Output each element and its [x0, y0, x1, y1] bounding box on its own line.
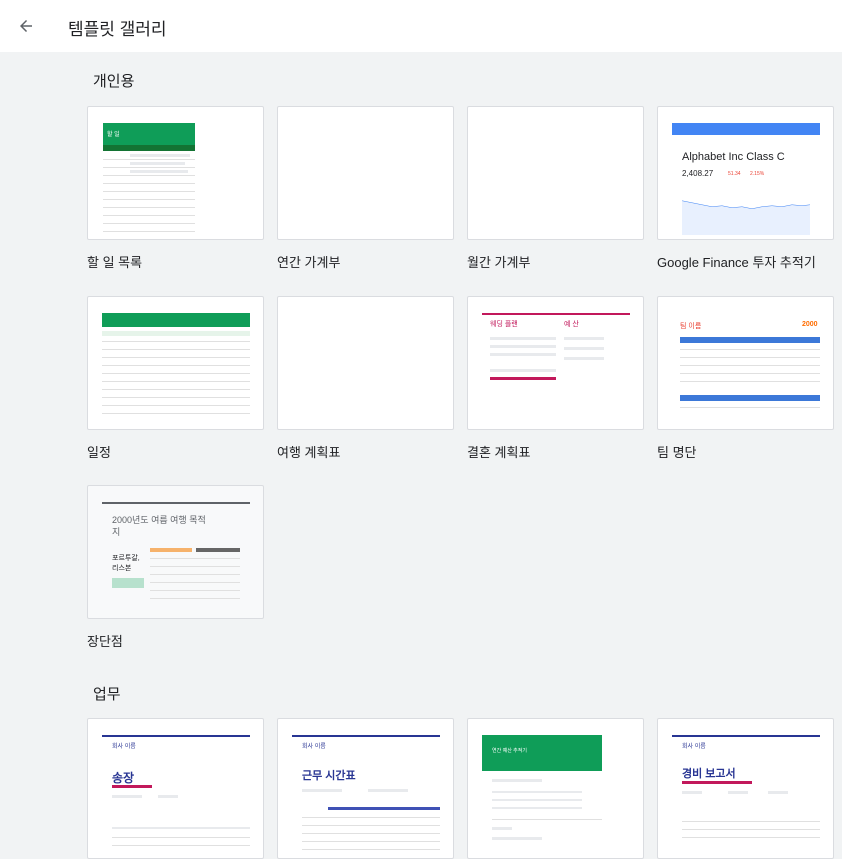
template-thumbnail-wedding[interactable]: 웨딩 플랜 예 산	[467, 296, 644, 430]
thumb-title: 송장	[112, 771, 135, 785]
thumb-title: 할 일	[107, 132, 120, 138]
template-thumbnail-travel[interactable]	[277, 296, 454, 430]
template-card-monthly-budget[interactable]: 월간 가계부	[467, 106, 644, 271]
thumb-change: 51.34	[728, 171, 741, 177]
template-card-pros-cons[interactable]: 2000년도 여름 여행 목적지 포르투갈, 리스본 장단점	[87, 485, 264, 650]
template-thumbnail-timesheet[interactable]: 회사 이름 근무 시간표	[277, 718, 454, 859]
template-label-team: 팀 명단	[657, 445, 697, 460]
section-title-personal: 개인용	[93, 73, 135, 90]
thumb-year: 2000	[802, 321, 818, 328]
back-button[interactable]	[12, 12, 40, 40]
section-title-work: 업무	[93, 686, 121, 703]
template-label-pros-cons: 장단점	[87, 634, 123, 649]
thumb-header-bar	[672, 123, 820, 135]
page-title: 템플릿 갤러리	[68, 20, 167, 39]
thumb-company: 회사 이름	[682, 744, 706, 750]
template-label-todo: 할 일 목록	[87, 255, 143, 270]
thumb-title: 경비 보고서	[682, 768, 736, 780]
thumb-company: 회사 이름	[112, 744, 136, 750]
template-thumbnail-team[interactable]: 팀 이름 2000	[657, 296, 834, 430]
template-thumbnail-todo[interactable]: 할 일	[87, 106, 264, 240]
template-thumbnail-project-tracker[interactable]: 연간 예산 추적기	[467, 718, 644, 859]
thumb-line-chart	[682, 200, 810, 235]
template-label-schedule: 일정	[87, 445, 111, 460]
template-thumbnail-monthly-budget[interactable]	[467, 106, 644, 240]
template-thumbnail-expense[interactable]: 회사 이름 경비 보고서	[657, 718, 834, 859]
thumb-title: 팀 이름	[680, 323, 702, 330]
template-label-wedding: 결혼 계획표	[467, 445, 531, 460]
thumb-title: 연간 예산 추적기	[492, 748, 527, 754]
thumb-header-bar	[102, 313, 250, 327]
template-card-annual-budget[interactable]: 연간 가계부	[277, 106, 454, 271]
template-card-schedule[interactable]: 일정	[87, 296, 264, 461]
template-thumbnail-schedule[interactable]	[87, 296, 264, 430]
template-thumbnail-annual-budget[interactable]	[277, 106, 454, 240]
thumb-title: Alphabet Inc Class C	[682, 151, 785, 163]
template-thumbnail-pros-cons[interactable]: 2000년도 여름 여행 목적지 포르투갈, 리스본	[87, 485, 264, 619]
template-thumbnail-finance[interactable]: Alphabet Inc Class C 2,408.27 51.34 2.15…	[657, 106, 834, 240]
thumb-company: 회사 이름	[302, 744, 326, 750]
template-label-finance: Google Finance 투자 추적기	[657, 255, 816, 270]
template-card-team[interactable]: 팀 이름 2000 팀 명단	[657, 296, 834, 461]
top-bar: 템플릿 갤러리	[0, 0, 842, 52]
template-card-timesheet[interactable]: 회사 이름 근무 시간표	[277, 718, 454, 859]
thumb-title: 2000년도 여름 여행 목적지	[112, 515, 206, 537]
thumb-title: 근무 시간표	[302, 770, 356, 782]
template-label-monthly-budget: 월간 가계부	[467, 255, 531, 270]
template-label-annual-budget: 연간 가계부	[277, 255, 341, 270]
template-card-travel[interactable]: 여행 계획표	[277, 296, 454, 461]
template-card-todo[interactable]: 할 일 할 일 목록	[87, 106, 264, 271]
thumb-change-pct: 2.15%	[750, 171, 765, 177]
template-card-project-tracker[interactable]: 연간 예산 추적기	[467, 718, 644, 859]
thumb-place: 포르투갈, 리스본	[112, 555, 140, 572]
template-card-finance[interactable]: Alphabet Inc Class C 2,408.27 51.34 2.15…	[657, 106, 834, 271]
template-label-travel: 여행 계획표	[277, 445, 341, 460]
template-card-invoice[interactable]: 회사 이름 송장	[87, 718, 264, 859]
template-card-wedding[interactable]: 웨딩 플랜 예 산 결혼 계획표	[467, 296, 644, 461]
template-thumbnail-invoice[interactable]: 회사 이름 송장	[87, 718, 264, 859]
thumb-title: 웨딩 플랜	[490, 321, 518, 328]
thumb-price: 2,408.27	[682, 169, 714, 178]
arrow-back-icon	[20, 20, 32, 32]
thumb-side-title: 예 산	[564, 321, 579, 328]
template-card-expense[interactable]: 회사 이름 경비 보고서	[657, 718, 834, 859]
